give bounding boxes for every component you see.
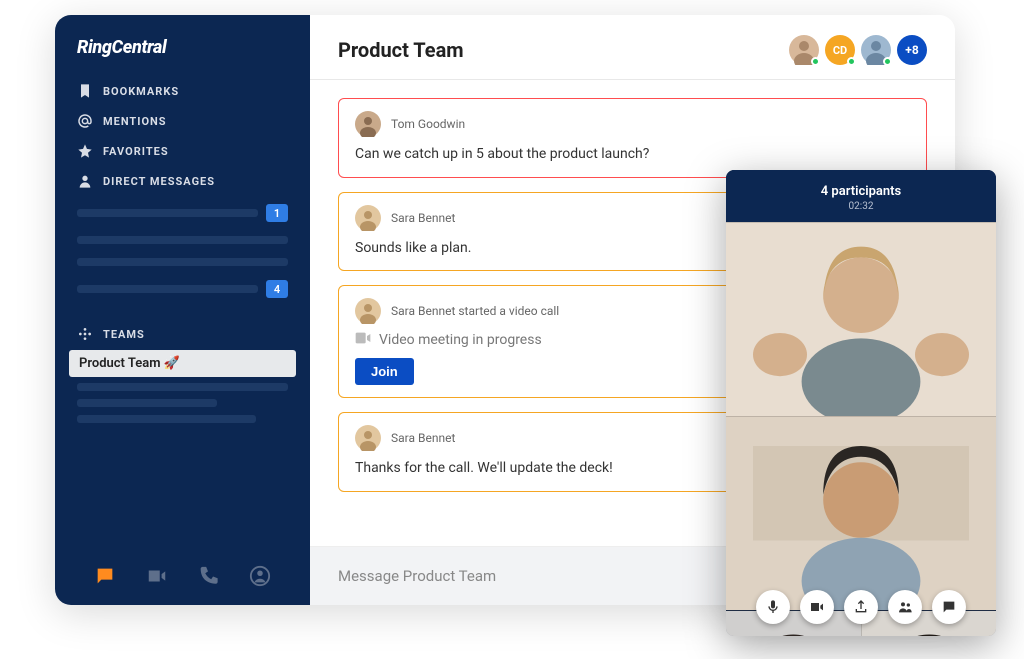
nav-label: MENTIONS (103, 115, 167, 128)
phone-tab-icon[interactable] (197, 565, 219, 587)
chat-button[interactable] (932, 590, 966, 624)
video-controls (726, 590, 996, 624)
team-placeholder (77, 383, 288, 391)
nav-mentions[interactable]: MENTIONS (69, 106, 296, 136)
nav-favorites[interactable]: FAVORITES (69, 136, 296, 166)
mute-button[interactable] (756, 590, 790, 624)
dm-item[interactable] (69, 254, 296, 270)
participant-avatar[interactable]: CD (825, 35, 855, 65)
profile-tab-icon[interactable] (249, 565, 271, 587)
call-duration: 02:32 (726, 201, 996, 212)
nav-label: BOOKMARKS (103, 85, 179, 98)
more-participants[interactable]: +8 (897, 35, 927, 65)
team-item-label: Product Team 🚀 (79, 356, 180, 371)
teams-icon (77, 326, 93, 342)
message-avatar (355, 298, 381, 324)
video-tile[interactable] (726, 416, 996, 610)
dm-placeholder (77, 258, 288, 266)
dm-item[interactable]: 4 (69, 276, 296, 302)
presence-indicator (811, 57, 820, 66)
dm-list: 1 4 (55, 196, 310, 312)
message-card[interactable]: Tom Goodwin Can we catch up in 5 about t… (338, 98, 927, 178)
sidebar: RingCentral BOOKMARKS MENTIONS FAVORITES (55, 15, 310, 605)
composer-placeholder: Message Product Team (338, 567, 496, 585)
dm-badge: 1 (266, 204, 288, 222)
message-sender: Tom Goodwin (391, 117, 465, 131)
share-button[interactable] (844, 590, 878, 624)
presence-indicator (847, 57, 856, 66)
dm-badge: 4 (266, 280, 288, 298)
participant-avatars: CD +8 (789, 35, 927, 65)
main-header: Product Team CD +8 (310, 15, 955, 80)
team-item-product[interactable]: Product Team 🚀 (69, 350, 296, 377)
video-call-panel[interactable]: 4 participants 02:32 (726, 170, 996, 636)
channel-title: Product Team (338, 38, 464, 62)
participant-count: 4 participants (726, 184, 996, 199)
dm-item[interactable]: 1 (69, 200, 296, 226)
participant-avatar[interactable] (789, 35, 819, 65)
message-sender: Sara Bennet (391, 211, 455, 225)
video-grid (726, 222, 996, 636)
dm-placeholder (77, 285, 258, 293)
message-body: Can we catch up in 5 about the product l… (355, 145, 910, 165)
chat-tab-icon[interactable] (94, 565, 116, 587)
video-icon (355, 332, 371, 348)
brand-logo: RingCentral (55, 33, 310, 76)
dm-placeholder (77, 209, 258, 217)
team-placeholder (77, 415, 256, 423)
message-header: Tom Goodwin (355, 111, 910, 137)
nav-label: FAVORITES (103, 145, 169, 158)
teams-label: TEAMS (103, 328, 145, 341)
person-icon (77, 173, 93, 189)
star-icon (77, 143, 93, 159)
message-avatar (355, 205, 381, 231)
join-button[interactable]: Join (355, 358, 414, 385)
dm-placeholder (77, 236, 288, 244)
video-tile[interactable] (726, 222, 996, 416)
nav-direct-messages[interactable]: DIRECT MESSAGES (69, 166, 296, 196)
message-avatar (355, 425, 381, 451)
message-sender: Sara Bennet (391, 431, 455, 445)
dm-item[interactable] (69, 232, 296, 248)
mention-icon (77, 113, 93, 129)
presence-indicator (883, 57, 892, 66)
participants-button[interactable] (888, 590, 922, 624)
bookmark-icon (77, 83, 93, 99)
video-panel-header: 4 participants 02:32 (726, 170, 996, 222)
video-status-text: Video meeting in progress (379, 332, 542, 348)
bottom-nav (55, 547, 310, 605)
more-count: +8 (905, 43, 918, 57)
message-avatar (355, 111, 381, 137)
participant-avatar[interactable] (861, 35, 891, 65)
nav-bookmarks[interactable]: BOOKMARKS (69, 76, 296, 106)
message-sender: Sara Bennet started a video call (391, 304, 559, 318)
team-placeholder (77, 399, 217, 407)
video-tab-icon[interactable] (146, 565, 168, 587)
teams-section-label: TEAMS (55, 312, 310, 350)
nav-label: DIRECT MESSAGES (103, 175, 215, 188)
camera-button[interactable] (800, 590, 834, 624)
sidebar-nav: BOOKMARKS MENTIONS FAVORITES DIRECT MESS… (55, 76, 310, 196)
avatar-initials: CD (833, 44, 847, 57)
